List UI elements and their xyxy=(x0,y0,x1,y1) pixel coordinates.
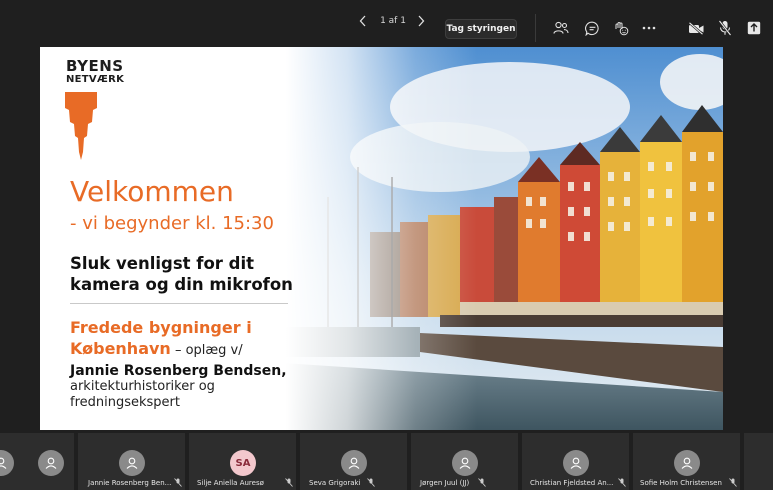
avatar xyxy=(38,450,64,476)
mic-off-icon xyxy=(618,478,626,487)
participant-name: Seva Grigoraki xyxy=(309,479,361,487)
person-icon xyxy=(45,457,57,469)
next-slide-button[interactable] xyxy=(413,10,429,32)
participant-tile[interactable]: Jørgen Juul (JJ) xyxy=(411,433,518,490)
chevron-left-icon xyxy=(359,15,366,27)
participant-tile[interactable] xyxy=(744,433,773,490)
avatar xyxy=(563,450,589,476)
speaker-name: Jannie Rosenberg Bendsen, xyxy=(70,363,287,379)
person-icon xyxy=(570,457,582,469)
camera-off-icon xyxy=(688,21,703,35)
share-icon xyxy=(747,21,761,35)
reaction-icon xyxy=(615,21,629,35)
mic-off-icon xyxy=(718,20,732,36)
avatar xyxy=(0,450,14,476)
meeting-toolbar: 1 af 1 Tag styringen xyxy=(0,0,773,42)
avatar xyxy=(341,450,367,476)
talk-topic: Fredede bygninger i København – oplæg v/ xyxy=(70,317,330,361)
participant-strip: Jannie Rosenberg Ben... SA Silje Aniella… xyxy=(0,433,773,490)
chevron-right-icon xyxy=(418,15,425,27)
person-icon xyxy=(126,457,138,469)
person-icon xyxy=(348,457,360,469)
avatar xyxy=(452,450,478,476)
participant-tile[interactable]: Seva Grigoraki xyxy=(300,433,407,490)
more-icon xyxy=(642,26,656,30)
participant-tile[interactable]: Jannie Rosenberg Ben... xyxy=(78,433,185,490)
take-control-button[interactable]: Tag styringen xyxy=(445,19,517,39)
previous-slide-button[interactable] xyxy=(355,10,371,32)
participant-tile[interactable]: Sofie Holm Christensen xyxy=(633,433,740,490)
participants-button[interactable] xyxy=(550,17,572,39)
mic-off-icon xyxy=(478,478,486,487)
chat-button[interactable] xyxy=(581,17,603,39)
speaker-title: arkitekturhistoriker og fredningsekspert xyxy=(70,379,215,410)
mic-off-icon xyxy=(174,478,182,487)
meeting-window: 1 af 1 Tag styringen BYENS NETVÆRK Velko… xyxy=(0,0,773,490)
participant-tile[interactable] xyxy=(0,433,74,490)
chat-icon xyxy=(584,21,599,36)
participant-name: Jørgen Juul (JJ) xyxy=(420,479,470,487)
logo-mark-icon xyxy=(65,92,97,160)
participant-name: Sofie Holm Christensen xyxy=(640,479,722,487)
reactions-button[interactable] xyxy=(610,17,632,39)
avatar xyxy=(674,450,700,476)
page-indicator: 1 af 1 xyxy=(380,16,406,26)
welcome-heading: Velkommen xyxy=(70,175,234,208)
start-time-text: - vi begynder kl. 15:30 xyxy=(70,213,274,234)
person-icon xyxy=(681,457,693,469)
share-screen-button[interactable] xyxy=(743,17,765,39)
topic-suffix: – oplæg v/ xyxy=(170,343,243,358)
camera-toggle-button[interactable] xyxy=(685,17,707,39)
participant-name: Christian Fjeldsted An... xyxy=(530,479,614,487)
participant-name: Silje Aniella Auresø xyxy=(197,479,264,487)
mic-off-icon xyxy=(729,478,737,487)
person-icon xyxy=(459,457,471,469)
participant-tile[interactable]: Christian Fjeldsted An... xyxy=(522,433,629,490)
toolbar-divider xyxy=(535,14,536,42)
mic-off-icon xyxy=(285,478,293,487)
logo-line1: BYENS xyxy=(66,57,124,75)
participant-name: Jannie Rosenberg Ben... xyxy=(88,479,172,487)
avatar-initials: SA xyxy=(230,450,256,476)
person-icon xyxy=(0,457,7,469)
mute-notice: Sluk venligst for dit kamera og din mikr… xyxy=(70,254,293,294)
more-options-button[interactable] xyxy=(638,17,660,39)
mic-off-icon xyxy=(367,478,375,487)
people-icon xyxy=(553,21,569,34)
logo-line2: NETVÆRK xyxy=(66,74,125,85)
byens-netvaerk-logo: BYENS NETVÆRK xyxy=(66,59,124,85)
slide-divider xyxy=(70,303,288,304)
presentation-slide: BYENS NETVÆRK Velkommen - vi begynder kl… xyxy=(40,47,723,430)
avatar xyxy=(119,450,145,476)
participant-tile[interactable]: SA Silje Aniella Auresø xyxy=(189,433,296,490)
mic-toggle-button[interactable] xyxy=(714,17,736,39)
